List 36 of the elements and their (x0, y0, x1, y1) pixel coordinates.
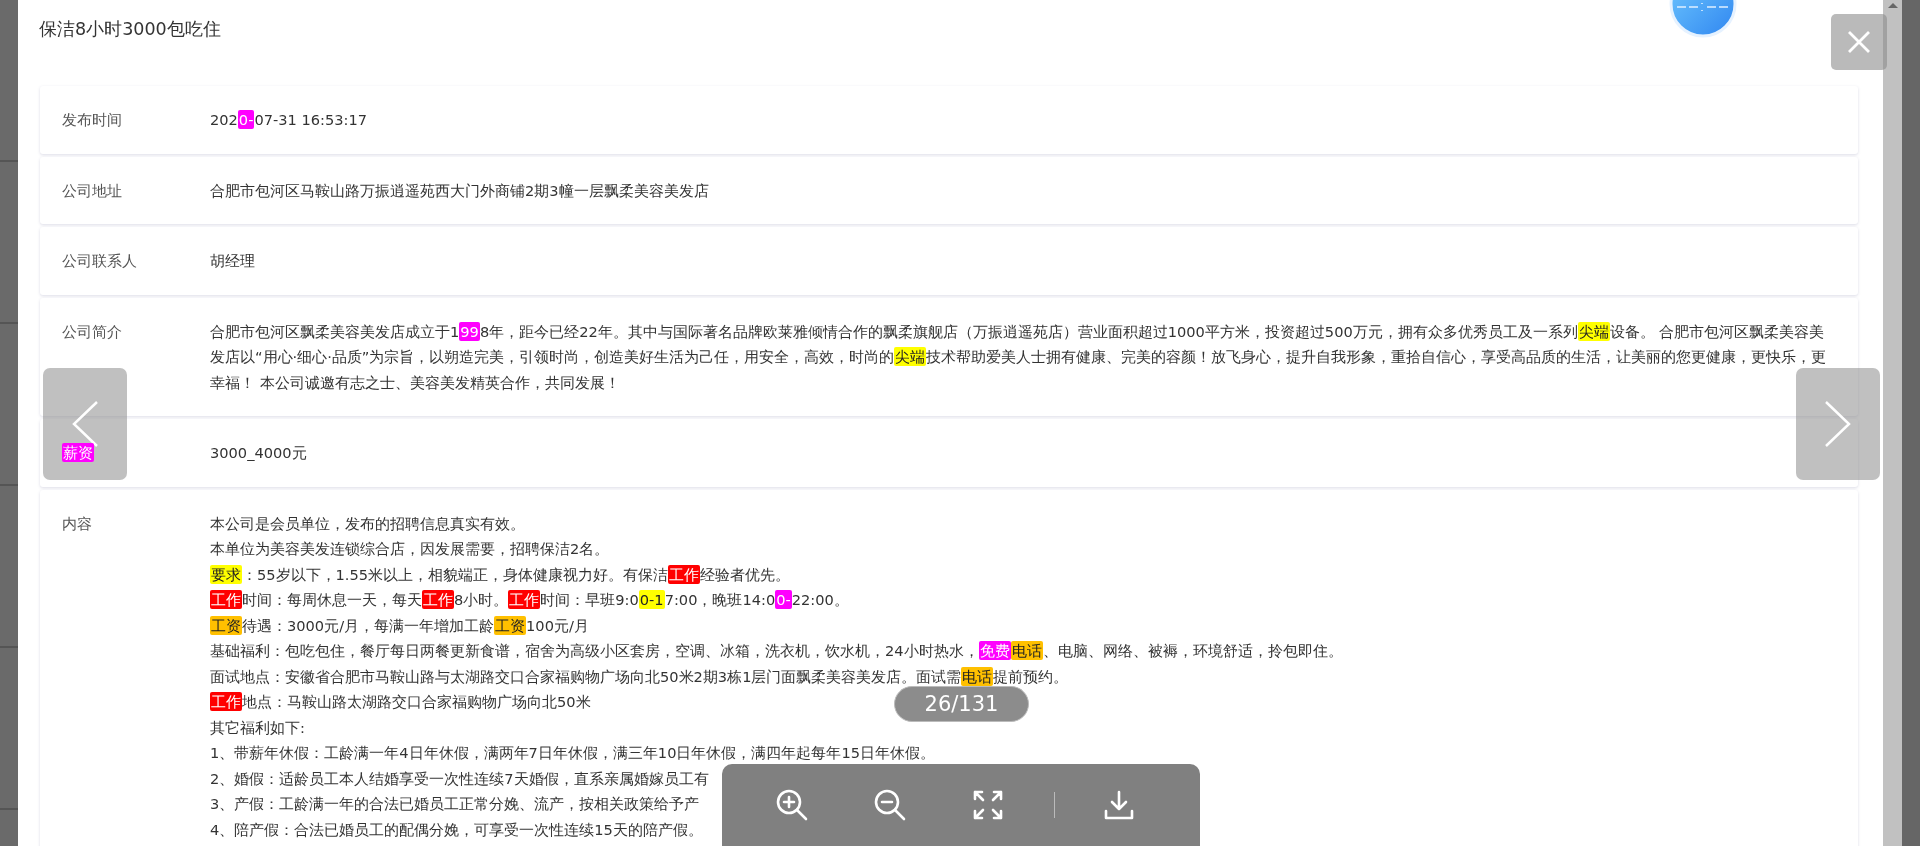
field-label: 公司简介 (62, 322, 122, 340)
content-line: 2、婚假：适龄员工本人结婚享受一次性连续7天婚假，直系亲属婚嫁员工有 (210, 768, 709, 789)
field-value: 胡经理 (210, 251, 255, 271)
field-value: 合肥市包河区飘柔美容美发店成立于1 99 8年，距今已经22年。其中与国际著名品牌欧莱雅倾情合作的飘柔旗舰店（万振逍遥苑店）营业面积超过1000平方米，投资超过500万元，拥有众多优秀员工及一系列 尖端设备。 合肥市包河区飘柔美容美发店以“用心·细心·品质”为宗旨，以朔造完美，引领时尚，创造美好生活为己任，用安全，高效，时尚的 尖端技术帮助爱美人士拥有健康、完美的容颜！放飞身心，提升自我形象，重拾自信心，享受高品质的生活，让美丽的您更健康，更快乐，更幸福！ 本公司诚邀有志之士、美容美发精英合作，共同发展！ (210, 320, 1828, 393)
field-label: 内容 (62, 514, 92, 532)
field-value: 合肥市包河区马鞍山路万振逍遥苑西大门外商铺2期3幢一层飘柔美容美发店 (210, 180, 709, 201)
zoom-in-button[interactable] (774, 787, 810, 823)
content-line: 要求：55岁以下，1.55米以上，相貌端正，身体健康视力好。有保洁工作经验者优先。 (210, 563, 791, 586)
field-label: 薪资 (62, 444, 94, 461)
content-line: 面试地点：安徽省合肥市马鞍山路与太湖路交口合家福购物广场向北50米2期3栋1层门面飘柔美容美发店。面试需电话提前预约。 (210, 665, 1069, 688)
content-line: 其它福利如下: (210, 717, 305, 738)
download-icon (1103, 789, 1135, 821)
field-label: 发布时间 (62, 111, 122, 128)
field-label: 公司联系人 (62, 252, 137, 269)
image-counter: 26/131 (894, 686, 1029, 722)
field-label: 公司地址 (62, 181, 122, 199)
zoom-out-button[interactable] (872, 787, 908, 823)
content-line: 工作时间：每周休息一天，每天工作8小时。工作时间：早班9:00-1 7:00，晚班14:00-22:00。 (210, 589, 849, 611)
zoom-in-icon (776, 789, 808, 821)
scrollbar[interactable] (1883, 0, 1902, 846)
field-value: 3000_4000元 (210, 443, 307, 463)
field-value: 2020-07-31 16:53:17 (210, 109, 367, 131)
close-button[interactable] (1831, 14, 1887, 70)
close-icon (1848, 31, 1870, 53)
content-line: 1、带薪年休假：工龄满一年4日年休假，满两年7日年休假，满三年10日年休假，满四年起每年15日年休假。 (210, 743, 935, 763)
content-line: 本单位为美容美发连锁综合店，因发展需要，招聘保洁2名。 (210, 539, 610, 559)
content-line: 工资待遇：3000元/月，每满一年增加工龄工资 100元/月 (210, 614, 589, 637)
content-line: 3、产假：工龄满一年的合法已婚员工正常分娩、流产，按相关政策给予产 (210, 794, 700, 814)
fullscreen-icon (973, 790, 1003, 820)
content-line: 4、陪产假：合法已婚员工的配偶分娩，可享受一次性连续15天的陪产假。 (210, 819, 703, 840)
zoom-out-icon (874, 789, 906, 821)
content-line: 工作地点：马鞍山路太湖路交口合家福购物广场向北50米 (210, 691, 591, 713)
previous-button[interactable] (43, 368, 127, 480)
dialog-title: 保洁8小时3000包吃住 (39, 18, 221, 41)
content-line: 本公司是会员单位，发布的招聘信息真实有效。 (210, 513, 525, 534)
content-line: 基础福利：包吃包住，餐厅每日两餐更新食谱，宿舍为高级小区套房，空调、冰箱，洗衣机，饮水机，24小时热水，免费 电话、电脑、网络、被褥，环境舒适，拎包即住。 (210, 640, 1343, 662)
